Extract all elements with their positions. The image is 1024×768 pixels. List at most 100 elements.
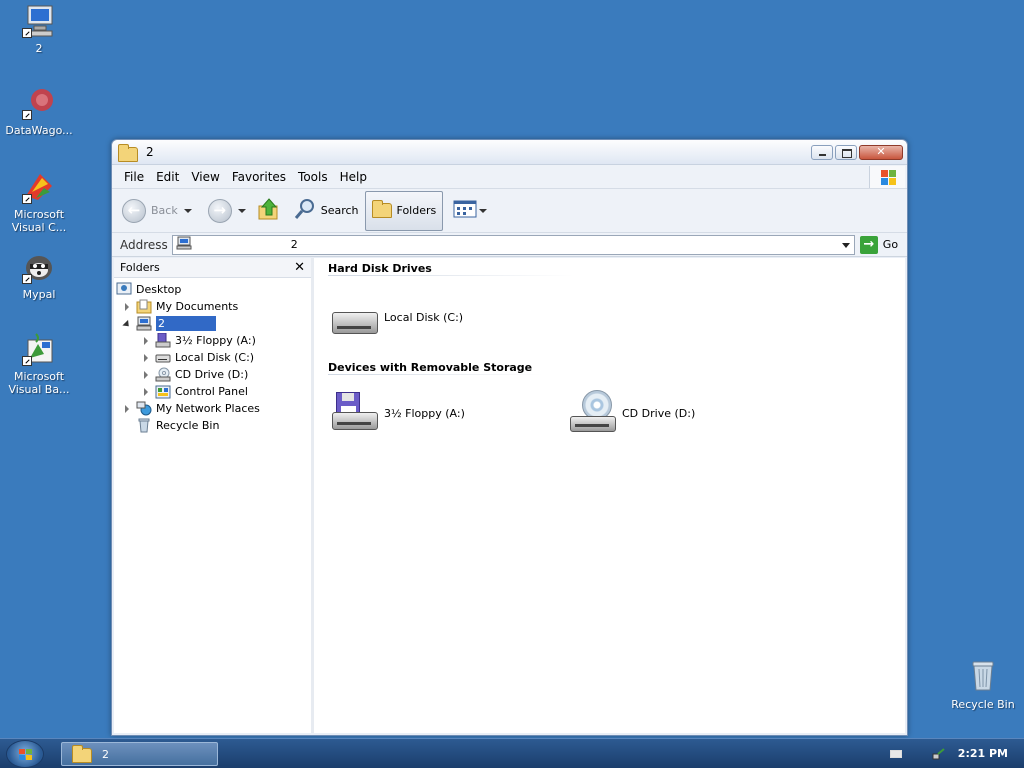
tree-item-floppy[interactable]: 3½ Floppy (A:): [114, 332, 311, 349]
network-tray-icon[interactable]: [932, 747, 946, 760]
group-divider: [328, 374, 542, 375]
title-bar[interactable]: 2: [112, 140, 907, 165]
desktop-icon-visual-basic[interactable]: Microsoft Visual Ba...: [1, 332, 77, 396]
chevron-down-icon[interactable]: [479, 208, 488, 213]
computer-icon: [136, 316, 152, 331]
drive-label: Local Disk (C:): [384, 310, 464, 324]
visual-c-icon: [22, 170, 56, 204]
desktop-icon-label: 2: [35, 42, 43, 55]
computer-icon: [176, 236, 192, 253]
menu-edit[interactable]: Edit: [150, 170, 185, 184]
start-button[interactable]: [6, 740, 44, 768]
tree-item-control-panel[interactable]: Control Panel: [114, 383, 311, 400]
tree-item-desktop[interactable]: Desktop: [114, 281, 311, 298]
drive-label: 3½ Floppy (A:): [384, 406, 465, 420]
expand-arrow-icon[interactable]: [141, 353, 151, 363]
cd-drive-icon: [155, 367, 171, 382]
desktop-icon: [116, 282, 132, 297]
forward-button[interactable]: →: [207, 198, 246, 223]
expand-arrow-icon[interactable]: [122, 404, 132, 414]
menu-tools[interactable]: Tools: [292, 170, 334, 184]
expand-arrow-icon[interactable]: [141, 336, 151, 346]
menu-file[interactable]: File: [118, 170, 150, 184]
folders-pane-header: Folders ✕: [114, 258, 311, 278]
folders-label: Folders: [396, 204, 437, 217]
tree-item-label-selected: 2: [156, 316, 216, 331]
tree-item-label: CD Drive (D:): [175, 368, 249, 381]
cd-drive-icon: [568, 390, 618, 436]
views-icon: [453, 200, 477, 221]
back-label: Back: [151, 204, 178, 217]
maximize-button[interactable]: [835, 144, 857, 160]
close-icon[interactable]: ✕: [294, 260, 305, 275]
desktop-icon-mypal[interactable]: Mypal: [1, 250, 77, 301]
group-divider: [328, 275, 574, 276]
minimize-button[interactable]: [811, 144, 833, 160]
tree-item-computer[interactable]: 2: [114, 315, 311, 332]
forward-arrow-icon: →: [207, 198, 232, 223]
desktop-icon-label: Mypal: [22, 288, 56, 301]
up-folder-button[interactable]: [258, 197, 280, 224]
window-title: 2: [146, 145, 154, 159]
views-button[interactable]: [453, 200, 488, 221]
hard-disk-icon: [330, 294, 380, 340]
desktop-recycle-bin[interactable]: Recycle Bin: [948, 656, 1018, 711]
chevron-down-icon[interactable]: [237, 208, 246, 213]
close-button[interactable]: [859, 144, 903, 160]
desktop-icon-label: Microsoft Visual Ba...: [8, 370, 70, 396]
keyboard-icon[interactable]: [889, 749, 902, 758]
expand-arrow-icon[interactable]: [141, 370, 151, 380]
menu-help[interactable]: Help: [334, 170, 373, 184]
tree-item-label: Local Disk (C:): [175, 351, 255, 364]
folder-open-icon: [72, 745, 92, 763]
desktop-icon-visual-c[interactable]: Microsoft Visual C...: [1, 170, 77, 234]
toolbar: ← Back → Search Folders: [112, 189, 907, 233]
visual-basic-icon: [22, 332, 56, 366]
tree-item-my-documents[interactable]: My Documents: [114, 298, 311, 315]
tree-item-label: Desktop: [136, 283, 182, 296]
desktop-icon-label: DataWago...: [5, 124, 73, 137]
go-button[interactable]: → Go: [859, 235, 899, 254]
my-documents-icon: [136, 299, 152, 314]
expand-arrow-icon[interactable]: [122, 302, 132, 312]
drive-floppy[interactable]: 3½ Floppy (A:): [330, 390, 465, 436]
control-panel-icon: [155, 384, 171, 399]
desktop-icon-computer[interactable]: 2: [1, 4, 77, 55]
up-folder-icon: [258, 197, 280, 224]
hard-disk-icon: [155, 350, 171, 365]
chevron-down-icon[interactable]: [183, 208, 192, 213]
address-input[interactable]: 2: [171, 234, 855, 255]
collapse-arrow-icon[interactable]: [122, 319, 132, 329]
folders-pane: Folders ✕ Desktop My Documents 2 3½ Flop…: [114, 258, 314, 733]
expand-arrow-icon[interactable]: [141, 387, 151, 397]
desktop-icon-datawagon[interactable]: DataWago...: [1, 86, 77, 137]
desktop-icon-label: Microsoft Visual C...: [11, 208, 67, 234]
network-icon: [136, 401, 152, 416]
go-label: Go: [882, 238, 899, 251]
group-header-removable: Devices with Removable Storage: [328, 361, 533, 374]
drive-local-disk[interactable]: Local Disk (C:): [330, 294, 463, 340]
menu-view[interactable]: View: [185, 170, 225, 184]
back-button[interactable]: ← Back: [122, 198, 192, 223]
address-label: Address: [120, 237, 168, 252]
tree-item-cd-drive[interactable]: CD Drive (D:): [114, 366, 311, 383]
clock[interactable]: 2:21 PM: [958, 747, 1008, 760]
tree-item-local-disk[interactable]: Local Disk (C:): [114, 349, 311, 366]
system-tray: 2:21 PM: [889, 739, 1024, 768]
back-arrow-icon: ←: [122, 198, 146, 223]
folders-pane-title: Folders: [120, 261, 160, 274]
drive-label: CD Drive (D:): [622, 406, 696, 420]
search-button[interactable]: Search: [294, 198, 359, 223]
tree-item-recycle-bin[interactable]: Recycle Bin: [114, 417, 311, 434]
folders-button[interactable]: Folders: [364, 190, 444, 231]
drive-cd[interactable]: CD Drive (D:): [568, 390, 695, 436]
tree-item-network[interactable]: My Network Places: [114, 400, 311, 417]
taskbar-item-explorer[interactable]: 2: [61, 742, 218, 766]
taskbar-item-label: 2: [102, 747, 109, 761]
chevron-down-icon[interactable]: [841, 242, 850, 248]
taskbar: 2 2:21 PM: [0, 738, 1024, 768]
tree-item-label: 3½ Floppy (A:): [175, 334, 256, 347]
menu-bar: File Edit View Favorites Tools Help: [112, 165, 907, 189]
go-arrow-icon: →: [859, 235, 878, 254]
menu-favorites[interactable]: Favorites: [226, 170, 292, 184]
